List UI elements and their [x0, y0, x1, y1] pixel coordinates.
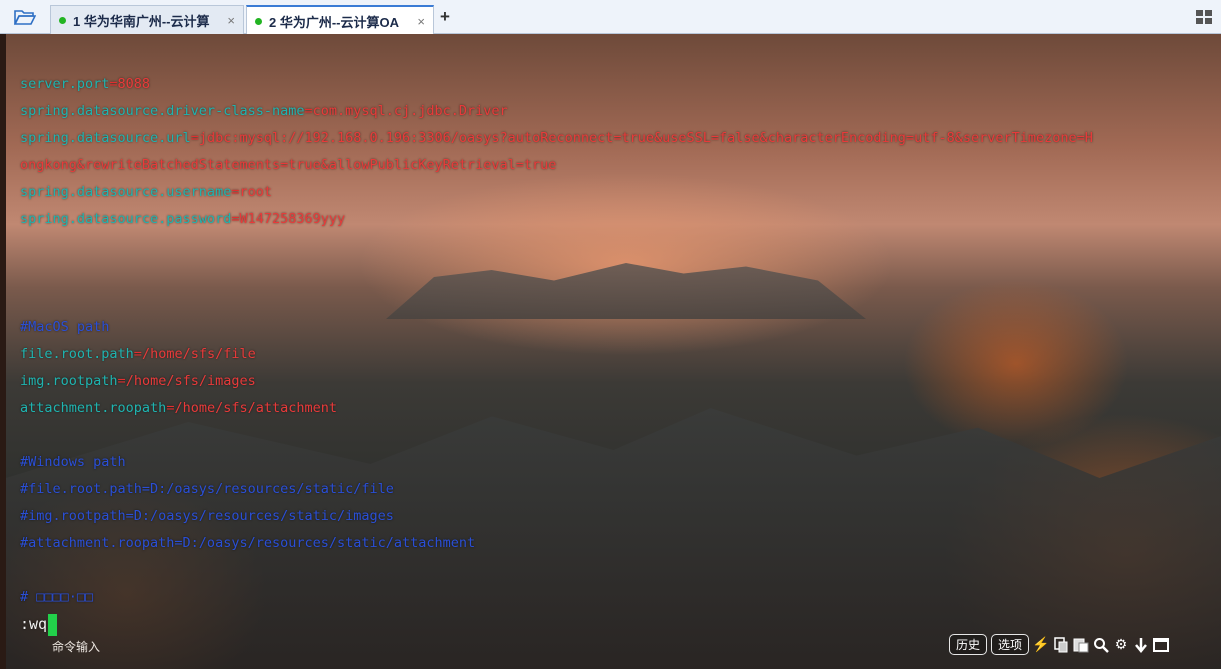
lightning-icon[interactable]: ⚡	[1032, 636, 1049, 653]
command-line: :wq	[20, 611, 1093, 639]
folder-open-icon[interactable]	[14, 8, 36, 26]
search-icon[interactable]	[1093, 637, 1109, 653]
comment-line: #file.root.path=D:/oasys/resources/stati…	[20, 481, 394, 497]
tab-label: 1 华为华南广州--云计算	[73, 13, 210, 29]
comment-line: # □□□□·□□	[20, 589, 94, 605]
terminal-output: server.port=8088 spring.datasource.driver…	[20, 44, 1093, 669]
config-line: spring.datasource.driver-class-name=com.…	[20, 103, 508, 119]
terminal-cursor	[48, 614, 58, 636]
config-line: img.rootpath=/home/sfs/images	[20, 373, 256, 389]
config-line: spring.datasource.password=W147258369yyy	[20, 211, 346, 227]
config-line: ongkong&rewriteBatchedStatements=true&al…	[20, 157, 557, 173]
config-line: file.root.path=/home/sfs/file	[20, 346, 256, 362]
close-icon[interactable]: ×	[407, 14, 425, 29]
tab-bar: 1 华为华南广州--云计算 × 2 华为广州--云计算OA × +	[0, 0, 1221, 35]
grid-layout-icon[interactable]	[1196, 10, 1212, 24]
config-line: spring.datasource.url=jdbc:mysql://192.1…	[20, 130, 1093, 146]
config-line: spring.datasource.username=root	[20, 184, 272, 200]
connected-status-dot	[59, 16, 66, 24]
bottom-toolbar: 历史 选项 ⚡ ⚙	[949, 634, 1170, 655]
tab-label: 2 华为广州--云计算OA	[269, 14, 400, 30]
comment-line: #MacOS path	[20, 319, 110, 335]
history-button[interactable]: 历史	[949, 634, 988, 655]
close-icon[interactable]: ×	[217, 13, 235, 28]
comment-line: #attachment.roopath=D:/oasys/resources/s…	[20, 535, 476, 551]
tab-session-2[interactable]: 2 华为广州--云计算OA ×	[246, 5, 434, 35]
gear-icon[interactable]: ⚙	[1113, 636, 1129, 653]
config-line: attachment.roopath=/home/sfs/attachment	[20, 400, 338, 416]
paste-icon[interactable]	[1073, 637, 1089, 653]
config-line: server.port=8088	[20, 76, 151, 92]
copy-icon[interactable]	[1053, 636, 1069, 653]
comment-line: #Windows path	[20, 454, 126, 470]
tab-session-1[interactable]: 1 华为华南广州--云计算 ×	[50, 5, 244, 34]
maximize-icon[interactable]	[1153, 637, 1170, 653]
connected-status-dot	[255, 17, 262, 25]
download-arrow-icon[interactable]	[1133, 637, 1149, 653]
terminal-pane[interactable]: server.port=8088 spring.datasource.driver…	[6, 34, 1221, 669]
options-button[interactable]: 选项	[991, 634, 1030, 655]
add-tab-icon[interactable]: +	[440, 7, 450, 27]
comment-line: #img.rootpath=D:/oasys/resources/static/…	[20, 508, 394, 524]
command-input[interactable]: 命令输入	[52, 638, 100, 655]
